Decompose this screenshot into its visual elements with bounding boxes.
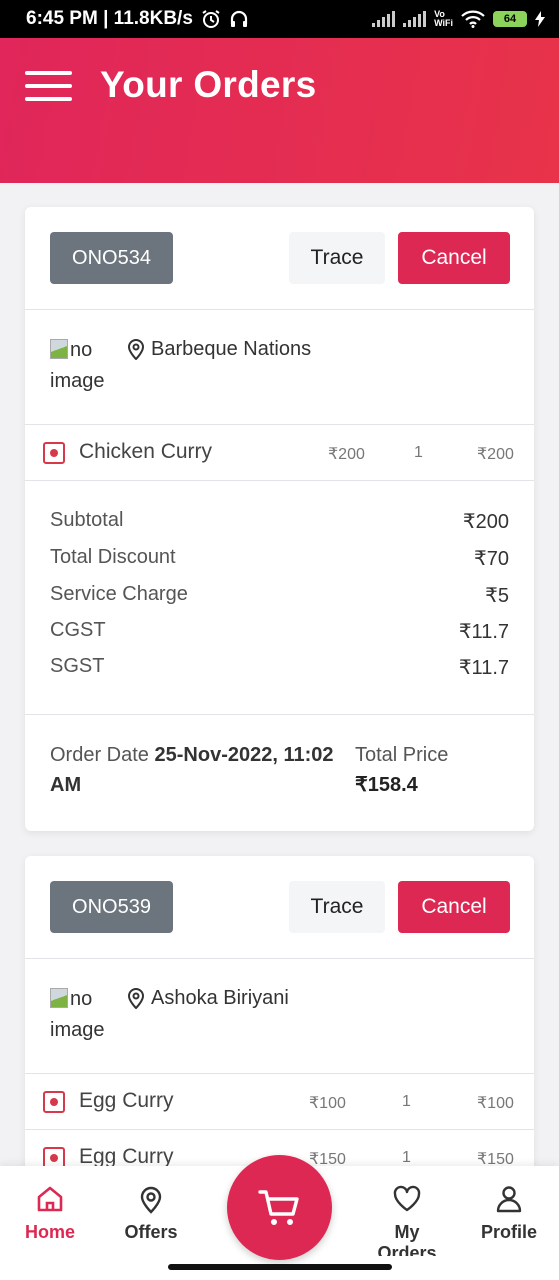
order-footer: Order Date 25-Nov-2022, 11:02 AM Total P… [25,715,534,831]
summary-row: Service Charge ₹5 [50,583,509,613]
nav-home[interactable]: Home [10,1166,90,1256]
summary-value: ₹11.7 [458,621,509,643]
cart-icon [258,1190,299,1225]
wifi-icon [461,10,485,28]
summary-label: Total Discount [50,546,176,568]
order-card-header: ONO539 Trace Cancel [25,856,534,959]
restaurant-row: no image Ashoka Biriyani [25,959,534,1074]
summary-row: CGST ₹11.7 [50,619,509,649]
order-date-label: Order Date [50,744,149,766]
offer-pin-icon [140,1186,162,1214]
location-pin-icon [127,988,145,1009]
charging-icon [535,11,545,27]
non-veg-indicator-icon [43,1091,65,1113]
summary-row: SGST ₹11.7 [50,655,509,685]
status-bar: 6:45 PM | 11.8KB/s Vo WiFi 64 [0,0,559,38]
item-total: ₹200 [477,446,514,463]
nav-label: Home [24,1222,75,1242]
non-veg-indicator-icon [43,442,65,464]
order-card-header: ONO534 Trace Cancel [25,207,534,310]
summary-label: Service Charge [50,583,188,605]
order-date-block: Order Date 25-Nov-2022, 11:02 AM [50,740,340,800]
total-price-block: Total Price ₹158.4 [355,740,448,800]
cancel-button[interactable]: Cancel [398,232,510,284]
restaurant-row: no image Barbeque Nations [25,310,534,425]
summary-row: Subtotal ₹200 [50,509,509,539]
summary-label: CGST [50,619,106,641]
app-header: Your Orders [0,38,559,183]
summary-value: ₹70 [474,548,509,570]
restaurant-name: Barbeque Nations [151,338,312,360]
summary-label: Subtotal [50,509,124,531]
profile-icon [496,1186,522,1213]
summary-value: ₹11.7 [458,657,509,679]
broken-image-icon [50,988,68,1008]
nav-my-orders[interactable]: My Orders [368,1166,446,1256]
battery-icon: 64 [493,11,527,27]
item-quantity: 1 [414,444,423,461]
page-title: Your Orders [100,64,317,105]
summary-row: Total Discount ₹70 [50,546,509,576]
nav-label: Offers [124,1222,178,1242]
summary-value: ₹200 [462,511,509,533]
cancel-button[interactable]: Cancel [398,881,510,933]
item-quantity: 1 [402,1093,411,1110]
headphones-icon [230,10,248,27]
home-indicator[interactable] [168,1264,392,1270]
home-icon [37,1186,63,1212]
restaurant-name: Ashoka Biriyani [151,987,289,1009]
alarm-icon [202,10,220,28]
nav-label: My Orders [377,1222,437,1256]
summary-value: ₹5 [485,585,509,607]
order-summary: Subtotal ₹200 Total Discount ₹70 Service C… [25,481,534,715]
heart-icon [393,1185,421,1212]
total-price-label: Total Price [355,744,449,766]
restaurant-image: no image [50,335,130,397]
nav-label: Profile [480,1222,537,1242]
item-name: Chicken Curry [79,440,213,463]
status-time-speed: 6:45 PM | 11.8KB/s [26,8,193,29]
vowifi-label: Vo WiFi [434,9,453,28]
item-price: ₹100 [309,1095,346,1112]
item-quantity: 1 [402,1149,411,1166]
restaurant-image: no image [50,984,130,1046]
location-pin-icon [127,339,145,360]
trace-button[interactable]: Trace [289,232,385,284]
menu-icon[interactable] [25,71,72,101]
trace-button[interactable]: Trace [289,881,385,933]
item-name: Egg Curry [79,1089,174,1112]
signal-icon [372,11,396,27]
item-price: ₹200 [328,446,365,463]
signal-icon [403,11,427,27]
nav-profile[interactable]: Profile [470,1166,548,1256]
total-price: ₹158.4 [355,774,418,796]
order-item-row: Chicken Curry ₹200 1 ₹200 [25,425,534,481]
order-card: ONO534 Trace Cancel no image Barbeque Na… [25,207,534,831]
order-item-row: Egg Curry ₹100 1 ₹100 [25,1074,534,1130]
cart-button[interactable] [227,1155,332,1260]
item-total: ₹100 [477,1095,514,1112]
summary-label: SGST [50,655,105,677]
order-id-badge: ONO534 [50,232,173,284]
order-id-badge: ONO539 [50,881,173,933]
nav-offers[interactable]: Offers [110,1166,192,1256]
broken-image-icon [50,339,68,359]
